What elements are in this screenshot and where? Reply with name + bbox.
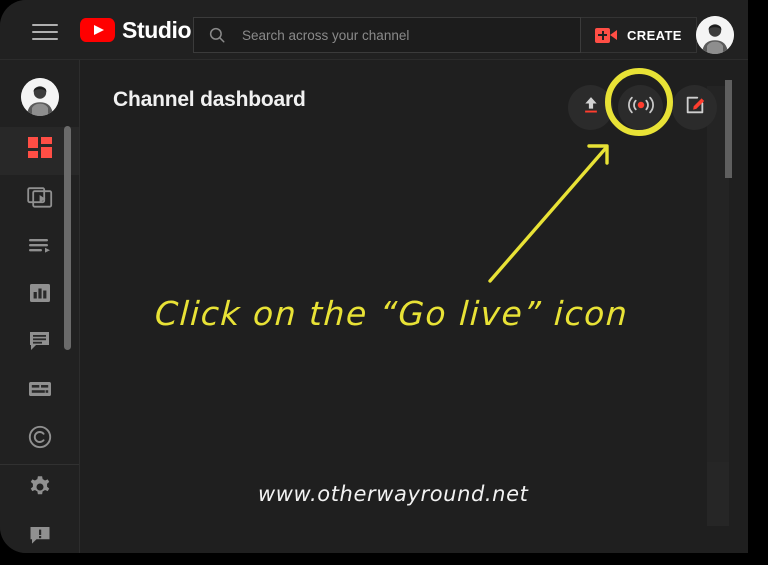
create-button[interactable]: CREATE — [581, 17, 697, 53]
comment-bubble-icon — [27, 328, 53, 359]
playlist-icon — [27, 232, 53, 263]
dashboard-grid-icon — [27, 136, 53, 167]
search-bar[interactable] — [193, 17, 581, 53]
account-avatar[interactable] — [696, 16, 734, 54]
subtitles-icon — [27, 376, 53, 407]
create-post-button[interactable] — [672, 85, 717, 130]
channel-avatar[interactable] — [21, 78, 59, 116]
upload-video-button[interactable] — [568, 85, 613, 130]
hamburger-menu-icon[interactable] — [32, 24, 58, 42]
upload-arrow-icon — [580, 94, 602, 121]
youtube-studio-window: Studio CREATE — [0, 0, 748, 553]
main-scrollbar[interactable] — [725, 80, 732, 178]
watermark-text: www.otherwayround.net — [258, 482, 529, 506]
youtube-studio-brand[interactable]: Studio — [80, 16, 192, 43]
search-input[interactable] — [240, 26, 580, 44]
annotation-instruction-text: Click on the “Go live” icon — [153, 294, 630, 333]
top-app-bar: Studio CREATE — [0, 0, 748, 60]
gear-icon — [27, 474, 53, 505]
sidebar-item-settings[interactable] — [0, 465, 79, 513]
video-content-icon — [26, 184, 53, 215]
go-live-broadcast-icon — [627, 93, 654, 122]
left-sidebar — [0, 60, 80, 553]
create-post-pencil-icon — [684, 94, 706, 121]
page-title: Channel dashboard — [113, 88, 306, 111]
video-camera-plus-icon — [595, 27, 617, 43]
youtube-logo-icon — [80, 18, 115, 42]
sidebar-item-subtitles[interactable] — [0, 367, 79, 415]
create-button-label: CREATE — [627, 27, 682, 43]
go-live-button[interactable] — [618, 85, 663, 130]
copyright-icon — [27, 424, 53, 455]
sidebar-scrollbar[interactable] — [64, 126, 71, 350]
brand-label: Studio — [122, 16, 192, 43]
analytics-bar-chart-icon — [27, 280, 53, 311]
screenshot-root: Studio CREATE — [0, 0, 768, 565]
sidebar-item-copyright[interactable] — [0, 415, 79, 463]
search-icon — [208, 26, 226, 44]
sidebar-item-feedback[interactable] — [0, 513, 79, 553]
send-feedback-icon — [27, 522, 53, 553]
